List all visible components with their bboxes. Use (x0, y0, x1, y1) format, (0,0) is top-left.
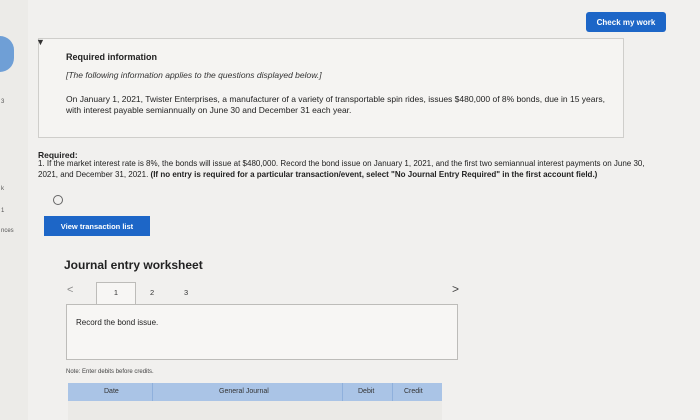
collapse-chevron-icon[interactable]: ▼ (36, 38, 45, 47)
sidebar-label: nces (1, 228, 14, 234)
column-header-debit: Debit (358, 388, 375, 395)
worksheet-panel (66, 304, 458, 360)
column-header-date: Date (104, 388, 119, 395)
column-header-general-journal: General Journal (219, 388, 269, 395)
worksheet-description: Record the bond issue. (76, 318, 159, 327)
column-divider (392, 383, 393, 401)
info-title: Required information (66, 52, 158, 62)
cursor-icon (53, 195, 63, 205)
view-transaction-list-button[interactable]: View transaction list (44, 216, 150, 236)
sidebar-label: 1 (1, 208, 5, 214)
sidebar-label: k (1, 186, 4, 192)
prev-arrow-icon[interactable]: < (67, 284, 73, 296)
column-divider (152, 383, 153, 401)
table-row[interactable] (68, 401, 442, 420)
column-header-credit: Credit (404, 388, 423, 395)
required-bold-instructions: (If no entry is required for a particula… (150, 169, 598, 179)
sidebar-label: 3 (1, 99, 5, 105)
worksheet-note: Note: Enter debits before credits. (66, 369, 154, 375)
sidebar-collapse-tab[interactable] (0, 36, 14, 72)
column-divider (342, 383, 343, 401)
check-my-work-button[interactable]: Check my work (586, 12, 666, 32)
info-note: [The following information applies to th… (66, 70, 322, 80)
info-body: On January 1, 2021, Twister Enterprises,… (66, 94, 605, 115)
tab-1[interactable]: 1 (96, 282, 136, 305)
tab-2[interactable]: 2 (150, 288, 154, 297)
next-arrow-icon[interactable]: > (452, 282, 459, 296)
tab-3[interactable]: 3 (184, 288, 188, 297)
required-text: 1. If the market interest rate is 8%, th… (38, 159, 648, 180)
left-sidebar: 3 k 1 nces (0, 0, 28, 420)
worksheet-title: Journal entry worksheet (64, 258, 203, 272)
